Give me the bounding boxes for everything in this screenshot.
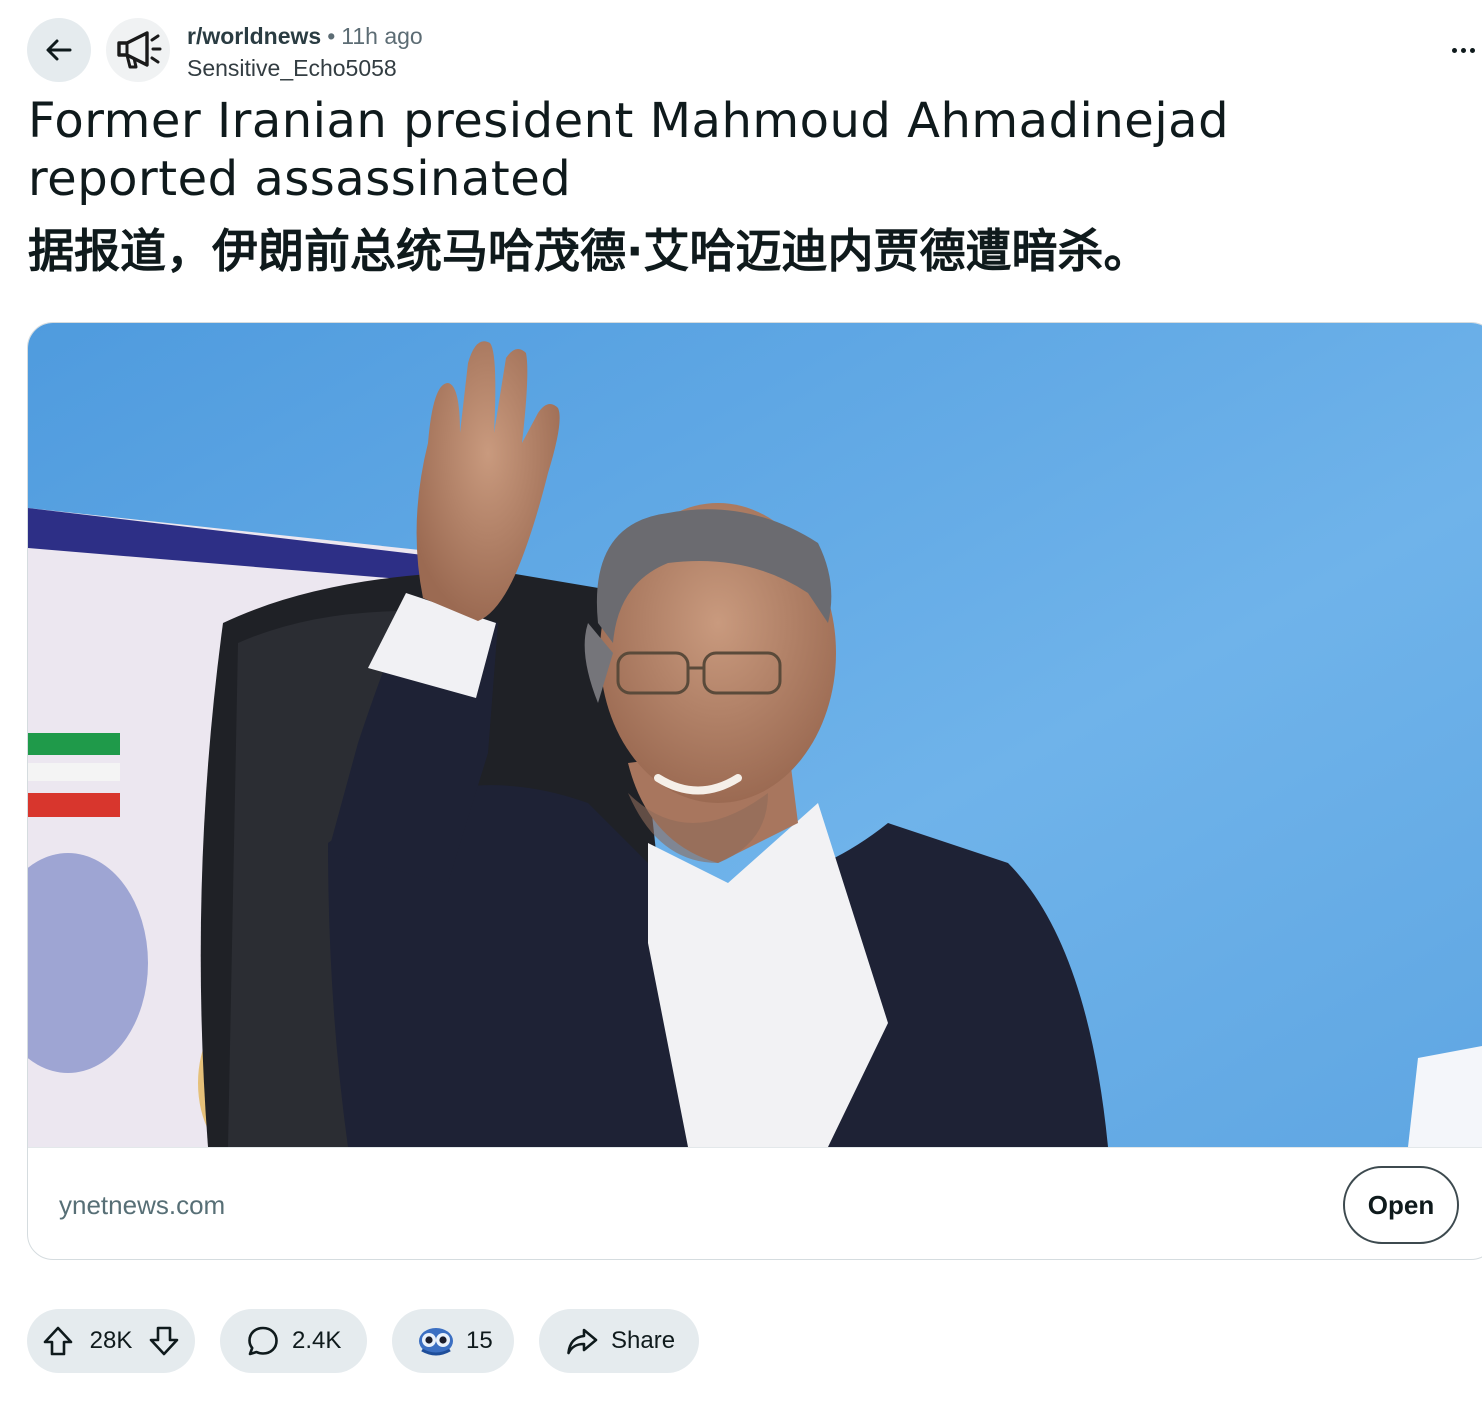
author-link[interactable]: Sensitive_Echo5058 [187, 52, 423, 84]
post-page: r/worldnews • 11h ago Sensitive_Echo5058 F… [0, 0, 1482, 1402]
subreddit-link[interactable]: r/worldnews [187, 23, 321, 49]
meta-separator: • [327, 23, 336, 49]
post-meta: r/worldnews • 11h ago Sensitive_Echo5058 [187, 20, 423, 84]
link-domain[interactable]: ynetnews.com [59, 1190, 225, 1221]
post-time: 11h ago [341, 23, 423, 49]
post-subtitle-chinese: 据报道，伊朗前总统马哈茂德·艾哈迈迪内贾德遭暗杀。 [28, 224, 1150, 278]
award-icon [418, 1326, 454, 1356]
subreddit-avatar[interactable] [106, 18, 170, 82]
megaphone-icon [113, 27, 163, 73]
post-title: Former Iranian president Mahmoud Ahmadin… [28, 93, 1230, 207]
comment-count: 2.4K [292, 1327, 342, 1354]
award-button[interactable]: 15 [392, 1309, 514, 1373]
more-options-button[interactable] [1452, 36, 1482, 64]
vote-control: 28K [27, 1309, 195, 1373]
comments-button[interactable]: 2.4K [220, 1309, 367, 1373]
comment-bubble-icon [246, 1324, 280, 1358]
link-preview-card[interactable]: ynetnews.com Open [27, 322, 1482, 1260]
link-card-footer: ynetnews.com Open [28, 1147, 1482, 1259]
award-count: 15 [466, 1327, 493, 1354]
ellipsis-icon [1452, 47, 1457, 53]
open-link-button[interactable]: Open [1343, 1166, 1459, 1244]
ellipsis-icon [1470, 47, 1475, 53]
upvote-arrow-icon[interactable] [41, 1324, 75, 1358]
ellipsis-icon [1461, 47, 1466, 53]
share-arrow-icon [565, 1324, 599, 1358]
share-button[interactable]: Share [539, 1309, 699, 1373]
arrow-left-icon [43, 34, 75, 66]
link-thumbnail-image[interactable] [28, 323, 1482, 1153]
downvote-arrow-icon[interactable] [147, 1324, 181, 1358]
meta-line: r/worldnews • 11h ago [187, 20, 423, 52]
back-button[interactable] [27, 18, 91, 82]
vote-count: 28K [89, 1327, 133, 1354]
share-label: Share [611, 1327, 676, 1354]
